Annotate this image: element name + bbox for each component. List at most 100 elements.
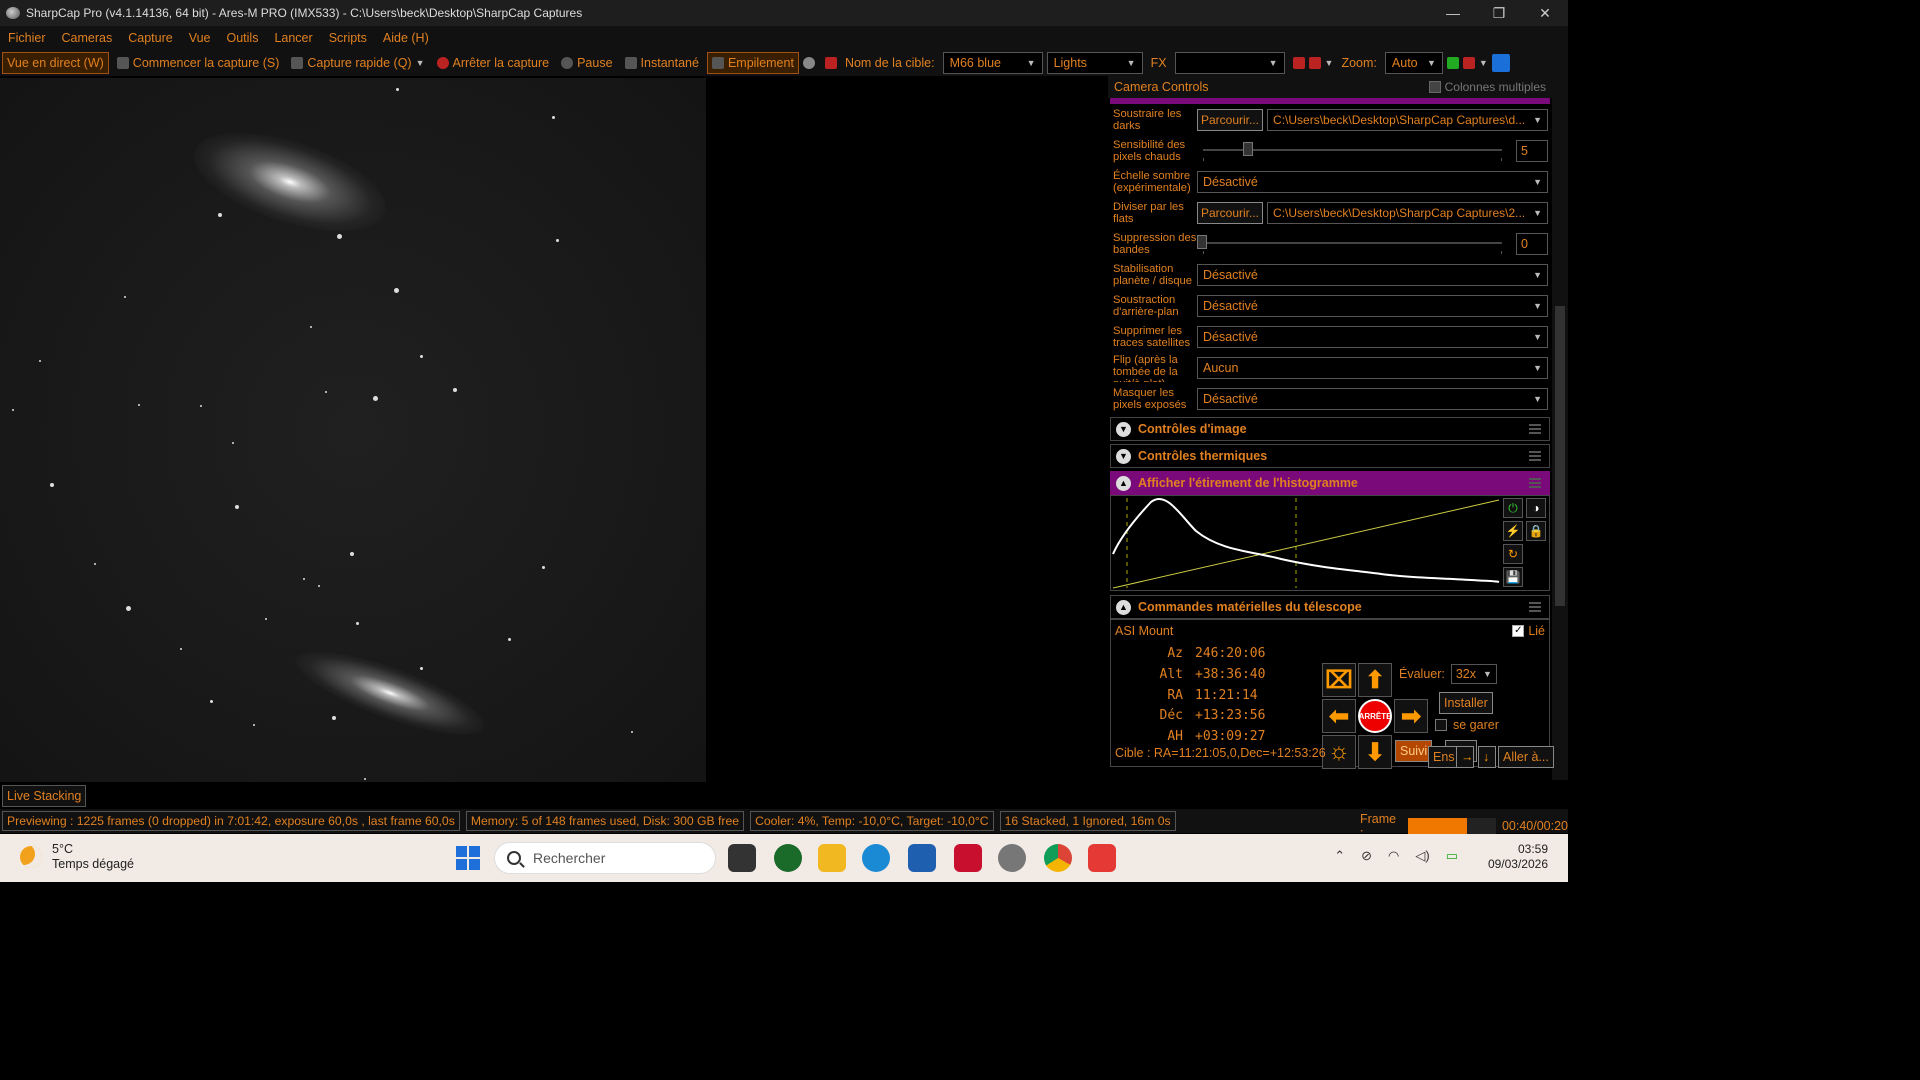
banding-value[interactable]: 0	[1516, 232, 1548, 255]
wifi-icon[interactable]: ◠	[1388, 848, 1399, 864]
search-box[interactable]: Rechercher	[494, 842, 716, 874]
pause-button[interactable]: Pause	[557, 52, 616, 74]
arrow-down-small-icon[interactable]: ↓	[1478, 746, 1496, 768]
network-off-icon[interactable]: ⊘	[1361, 848, 1372, 864]
panel-scrollbar[interactable]	[1552, 76, 1568, 780]
chrome-icon[interactable]	[1044, 844, 1072, 872]
slider-thumb[interactable]	[1197, 234, 1207, 249]
target-name-select[interactable]: M66 blue ▼	[942, 52, 1043, 74]
chevron-down-icon[interactable]: ▼	[1325, 58, 1334, 68]
multi-columns-toggle[interactable]: Colonnes multiples	[1428, 80, 1546, 94]
hotpixel-slider[interactable]	[1197, 140, 1508, 162]
stacking-button[interactable]: Empilement	[706, 52, 799, 74]
chevron-up-icon[interactable]: ⌃	[1334, 848, 1345, 864]
background-select[interactable]: Désactivé ▼	[1197, 294, 1548, 317]
maximize-button[interactable]: ❐	[1476, 0, 1522, 26]
start-capture-button[interactable]: Commencer la capture (S)	[113, 52, 284, 74]
lightning-icon[interactable]: ⚡	[1503, 521, 1523, 541]
park-checkbox[interactable]	[1435, 719, 1447, 731]
start-button[interactable]	[456, 846, 480, 870]
contrast-icon[interactable]: ◑	[1526, 498, 1546, 518]
menu-scripts[interactable]: Scripts	[321, 26, 375, 50]
save-icon[interactable]: 💾	[1503, 567, 1523, 587]
install-button[interactable]: Installer	[1439, 692, 1493, 714]
scrollbar-thumb[interactable]	[1555, 306, 1565, 606]
menu-fichier[interactable]: Fichier	[0, 26, 54, 50]
menu-icon[interactable]	[1529, 478, 1541, 488]
telescope-header[interactable]: ▲ Commandes matérielles du télescope	[1110, 595, 1550, 619]
slider-thumb[interactable]	[1243, 141, 1253, 156]
live-view-button[interactable]: Vue en direct (W)	[2, 52, 109, 74]
arrow-right-small-icon[interactable]: →	[1456, 746, 1474, 768]
live-stacking-tab[interactable]: Live Stacking	[2, 785, 87, 807]
menu-cameras[interactable]: Cameras	[54, 26, 121, 50]
arrow-left-icon[interactable]: ⬅	[1322, 699, 1356, 733]
zoom-select[interactable]: Auto ▼	[1384, 52, 1443, 74]
darks-browse-button[interactable]: Parcourir...	[1197, 108, 1264, 131]
menu-lancer[interactable]: Lancer	[266, 26, 320, 50]
settings-gear-icon[interactable]	[1462, 57, 1475, 69]
satellite-select[interactable]: Désactivé ▼	[1197, 325, 1548, 348]
menu-icon[interactable]	[1529, 424, 1541, 434]
file-explorer-icon[interactable]	[818, 844, 846, 872]
chevron-down-icon[interactable]: ▼	[1479, 58, 1488, 68]
moon-icon[interactable]	[802, 57, 815, 69]
arrow-down-icon[interactable]: ⬇	[1358, 735, 1392, 769]
ens-button[interactable]: Ens	[1428, 746, 1460, 768]
frame-type-select[interactable]: Lights ▼	[1046, 52, 1143, 74]
arrow-up-icon[interactable]: ⬆	[1358, 663, 1392, 697]
multi-columns-checkbox[interactable]	[1428, 81, 1441, 93]
track-button[interactable]: Suivi	[1395, 740, 1433, 762]
rate-select[interactable]: 32x ▼	[1450, 664, 1497, 684]
flip-select[interactable]: Aucun ▼	[1197, 356, 1548, 379]
histogram-icon[interactable]	[1446, 57, 1459, 69]
arrow-right-icon[interactable]: ➡	[1394, 699, 1428, 733]
thermal-controls-header[interactable]: ▼ Contrôles thermiques	[1110, 444, 1550, 468]
reset-icon[interactable]: ↻	[1503, 544, 1523, 564]
weather-widget[interactable]: 5°C Temps dégagé	[20, 842, 134, 872]
recording-indicator-icon[interactable]	[824, 57, 837, 69]
frame-icon[interactable]	[1292, 57, 1305, 69]
edge-icon[interactable]	[862, 844, 890, 872]
anydesk-icon[interactable]	[1088, 844, 1116, 872]
menu-outils[interactable]: Outils	[219, 26, 267, 50]
image-viewer[interactable]	[0, 78, 1108, 782]
menu-capture[interactable]: Capture	[120, 26, 180, 50]
linked-checkbox[interactable]: ✓	[1512, 625, 1525, 637]
park-toggle[interactable]: se garer	[1435, 718, 1499, 732]
image-controls-header[interactable]: ▼ Contrôles d'image	[1110, 417, 1550, 441]
flats-browse-button[interactable]: Parcourir...	[1197, 201, 1264, 224]
banding-slider[interactable]	[1197, 233, 1508, 255]
histogram-header[interactable]: ▲ Afficher l'étirement de l'histogramme	[1110, 471, 1550, 495]
store-icon[interactable]	[908, 844, 936, 872]
stabilization-select[interactable]: Désactivé ▼	[1197, 263, 1548, 286]
power-icon[interactable]: ⏻	[1503, 498, 1523, 518]
menu-icon[interactable]	[1529, 602, 1541, 612]
lock-icon[interactable]: 🔒	[1526, 521, 1546, 541]
menu-aide[interactable]: Aide (H)	[375, 26, 437, 50]
volume-icon[interactable]: ◁)	[1415, 848, 1429, 864]
spiral-search-icon[interactable]: ⌧	[1322, 663, 1356, 697]
fx-select[interactable]: ▼	[1174, 52, 1285, 74]
stop-capture-button[interactable]: Arrêter la capture	[433, 52, 554, 74]
menu-icon[interactable]	[1529, 451, 1541, 461]
darkscale-select[interactable]: Désactivé ▼	[1197, 170, 1548, 193]
histogram-display[interactable]: ⏻ ◑ ⚡ 🔒 ↻ 💾	[1110, 495, 1550, 591]
linked-toggle[interactable]: ✓ Lié	[1512, 624, 1545, 638]
mask-select[interactable]: Désactivé ▼	[1197, 387, 1548, 410]
darks-path-select[interactable]: C:\Users\beck\Desktop\SharpCap Captures\…	[1267, 108, 1548, 131]
hotpixel-value[interactable]: 5	[1516, 139, 1548, 162]
pin-icon[interactable]	[1491, 54, 1510, 72]
goto-button[interactable]: Aller à...	[1498, 746, 1554, 768]
quick-capture-button[interactable]: Capture rapide (Q) ▼	[287, 52, 428, 74]
menu-vue[interactable]: Vue	[181, 26, 219, 50]
crosshair-icon[interactable]	[1308, 57, 1321, 69]
close-button[interactable]: ✕	[1522, 0, 1568, 26]
battery-icon[interactable]: ▭	[1446, 848, 1458, 864]
stop-button[interactable]: ARRÊTE	[1358, 699, 1392, 733]
clock[interactable]: 03:59 09/03/2026	[1488, 842, 1548, 872]
minimize-button[interactable]: —	[1430, 0, 1476, 26]
app-green-icon[interactable]	[774, 844, 802, 872]
chevron-down-icon[interactable]: ▼	[416, 52, 425, 74]
snapshot-button[interactable]: Instantané	[621, 52, 703, 74]
